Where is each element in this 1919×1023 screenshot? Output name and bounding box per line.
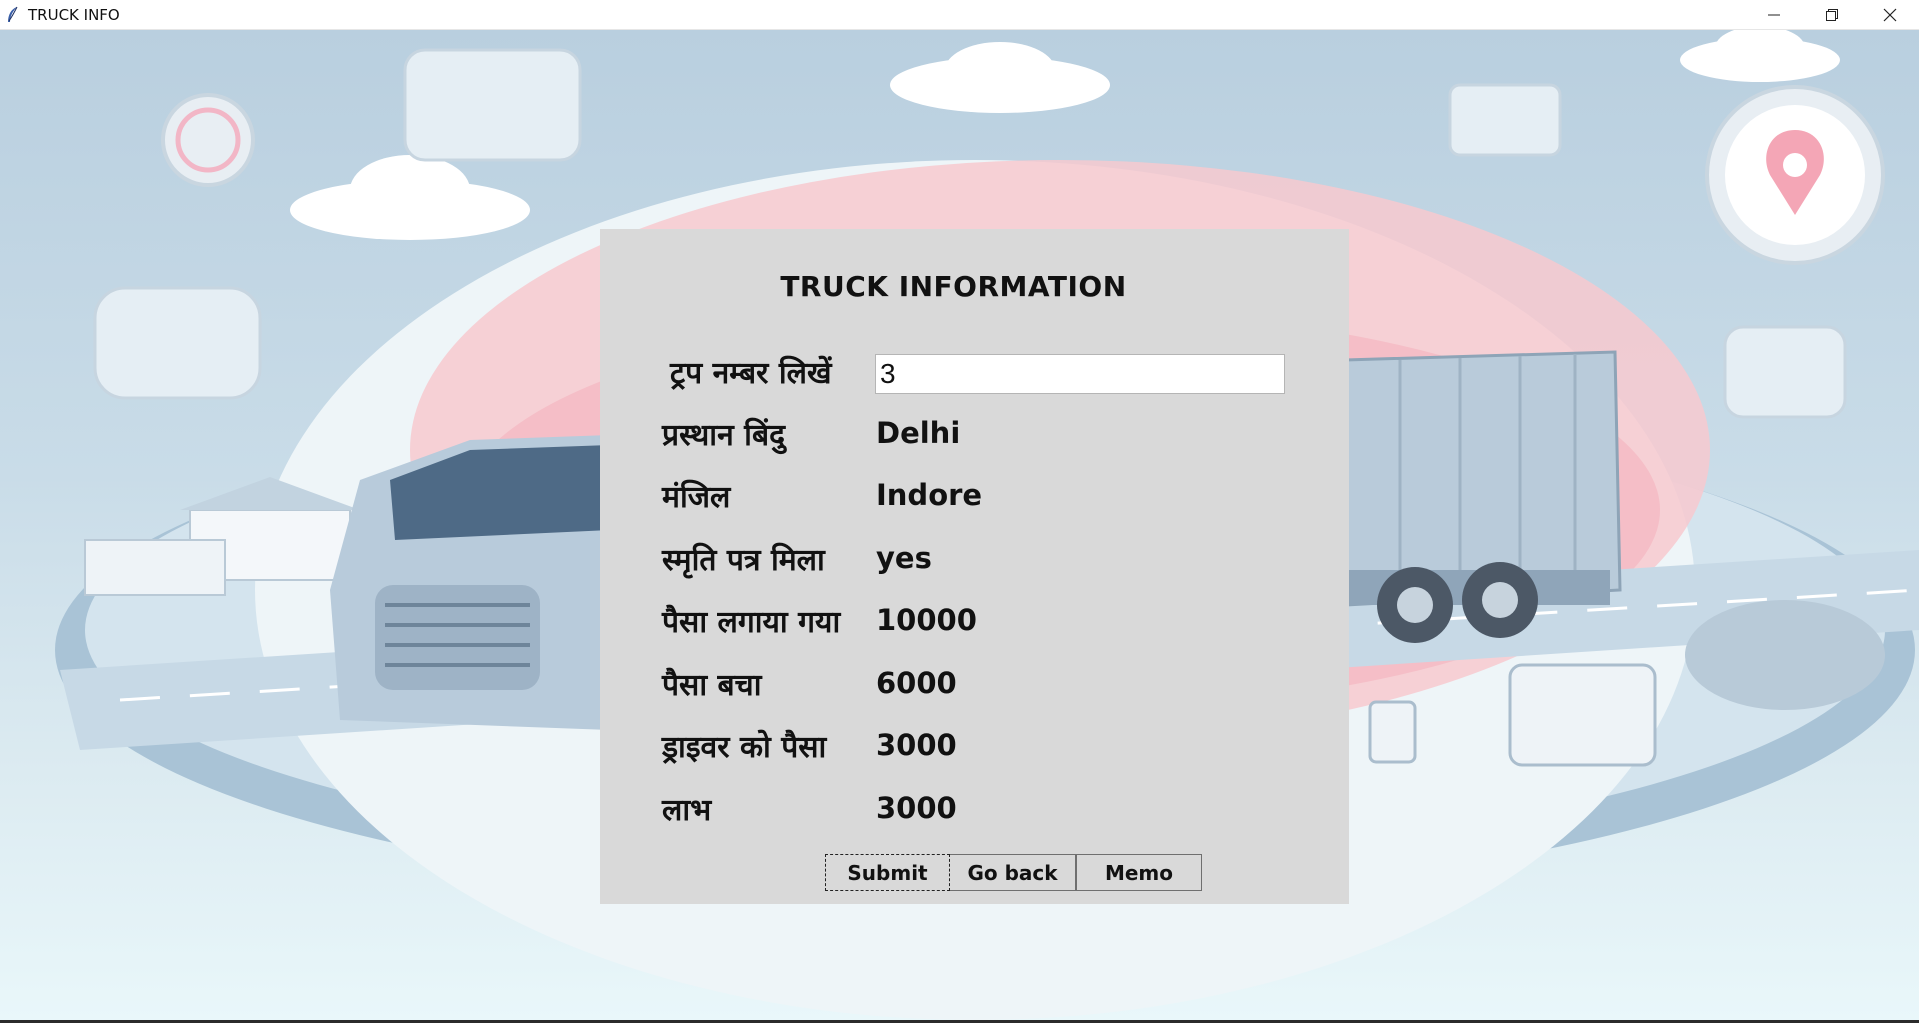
profit-value: 3000 [876,791,957,825]
go-back-button[interactable]: Go back [950,854,1076,891]
money-spent-value: 10000 [876,603,977,637]
memo-received-value: yes [876,541,932,575]
memo-received-label: स्मृति पत्र मिला [662,543,825,578]
button-row: Submit Go back Memo [825,854,1202,891]
money-spent-label: पैसा लगाया गया [662,605,841,640]
destination-label: मंजिल [662,480,731,515]
restore-icon [1826,8,1838,21]
close-button[interactable] [1861,0,1919,29]
submit-button[interactable]: Submit [825,854,950,891]
departure-value: Delhi [876,416,961,450]
memo-button[interactable]: Memo [1076,854,1202,891]
minimize-icon [1768,14,1780,15]
window-title: TRUCK INFO [28,5,120,24]
close-icon [1883,8,1897,21]
departure-label: प्रस्थान बिंदु [662,418,786,453]
profit-label: लाभ [662,793,712,828]
trip-number-label: ट्रप नम्बर लिखें [670,356,832,391]
feather-icon [8,6,18,22]
money-left-value: 6000 [876,666,957,700]
restore-button[interactable] [1803,0,1861,29]
truck-info-panel: TRUCK INFORMATION ट्रप नम्बर लिखें प्रस्… [600,229,1349,904]
form-title: TRUCK INFORMATION [780,270,1127,303]
driver-pay-label: ड्राइवर को पैसा [662,730,827,765]
minimize-button[interactable] [1745,0,1803,29]
destination-value: Indore [876,478,983,512]
trip-number-input[interactable] [875,354,1285,394]
money-left-label: पैसा बचा [662,668,762,703]
driver-pay-value: 3000 [876,728,957,762]
window-title-bar: TRUCK INFO [0,0,1919,30]
